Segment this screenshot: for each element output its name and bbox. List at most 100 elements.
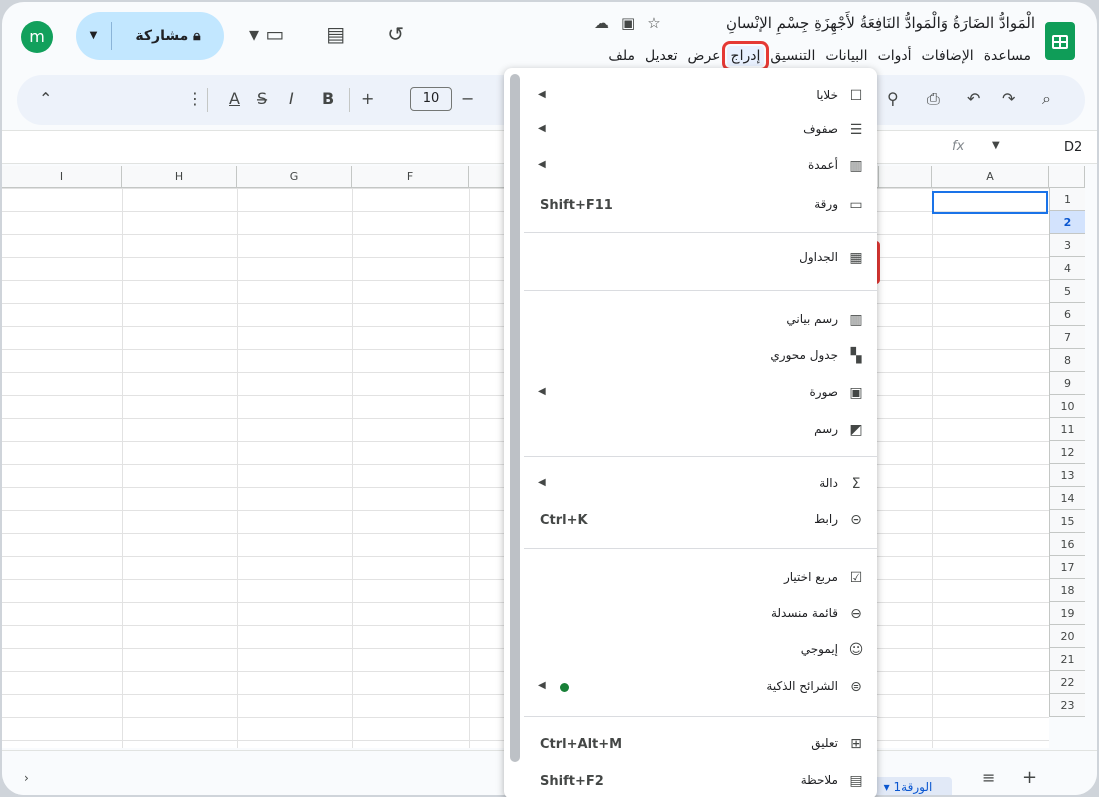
menu-insert[interactable]: إدراج	[721, 41, 770, 71]
italic-icon[interactable]: I	[289, 89, 294, 108]
menu-item-function[interactable]: Σ دالة ◀	[524, 468, 877, 502]
menu-view[interactable]: عرض	[684, 46, 725, 66]
new-feature-dot	[560, 683, 569, 692]
star-icon[interactable]: ☆	[647, 14, 660, 32]
row-header[interactable]: 12	[1049, 441, 1085, 464]
menu-item-rows[interactable]: ☰ صفوف ◀	[524, 114, 877, 148]
row-header[interactable]: 5	[1049, 280, 1085, 303]
column-header-a[interactable]: A	[932, 166, 1049, 188]
name-box-dropdown-icon[interactable]: ▼	[992, 140, 1000, 151]
share-button[interactable]: ▼ 🔒︎ مشاركة	[76, 12, 224, 60]
row-header[interactable]: 19	[1049, 602, 1085, 625]
menu-extensions[interactable]: الإضافات	[918, 46, 978, 66]
sheet-tab[interactable]: الورقة1 ▾	[864, 777, 952, 795]
row-header[interactable]: 20	[1049, 625, 1085, 648]
more-options-icon[interactable]: ⋮	[187, 89, 203, 108]
name-box[interactable]: D2	[1064, 140, 1082, 155]
row-header[interactable]: 9	[1049, 372, 1085, 395]
menu-item-image[interactable]: ▣ صورة ◀	[524, 377, 877, 411]
image-icon: ▣	[849, 385, 863, 401]
menu-item-tables[interactable]: ▦ الجداول	[524, 242, 877, 276]
row-header[interactable]: 21	[1049, 648, 1085, 671]
select-all-corner[interactable]	[1049, 166, 1085, 188]
all-sheets-icon[interactable]: ≡	[982, 768, 995, 787]
row-header[interactable]: 22	[1049, 671, 1085, 694]
note-icon: ▤	[849, 773, 863, 789]
row-header[interactable]: 7	[1049, 326, 1085, 349]
menu-item-sheet[interactable]: ▭ ورقة Shift+F11	[524, 189, 877, 223]
print-icon[interactable]: ⎙	[927, 89, 940, 109]
column-header[interactable]: F	[352, 166, 469, 188]
history-icon[interactable]: ↺	[387, 22, 404, 46]
column-header[interactable]: G	[237, 166, 352, 188]
row-header[interactable]: 16	[1049, 533, 1085, 556]
menu-item-comment[interactable]: ⊞ تعليق Ctrl+Alt+M	[524, 728, 877, 762]
row-header[interactable]: 23	[1049, 694, 1085, 717]
row-header[interactable]: 17	[1049, 556, 1085, 579]
document-title[interactable]: الْمَوادُّ الضَارَةُ وَالْمَوادُّ النَاف…	[726, 14, 1035, 32]
explore-chevron-icon[interactable]: ›	[24, 771, 29, 785]
row-header[interactable]: 1	[1049, 188, 1085, 211]
font-size-input[interactable]: 10	[410, 87, 452, 111]
menu-item-smart-chips[interactable]: ⊜ الشرائح الذكية ◀	[524, 671, 877, 705]
video-call-icon[interactable]: ▾ ▭	[249, 22, 284, 46]
bold-icon[interactable]: B	[322, 89, 334, 108]
row-header[interactable]: 4	[1049, 257, 1085, 280]
row-header[interactable]: 13	[1049, 464, 1085, 487]
submenu-arrow-icon: ◀	[538, 477, 546, 488]
title-icons: ☁ ▣ ☆	[594, 14, 661, 32]
table-icon: ▦	[849, 250, 863, 266]
row-header[interactable]: 8	[1049, 349, 1085, 372]
menu-item-chart[interactable]: ▥ رسم بياني	[524, 304, 877, 338]
row-header[interactable]: 18	[1049, 579, 1085, 602]
menu-item-cells[interactable]: ☐ خلايا ◀	[524, 80, 877, 114]
undo-icon[interactable]: ↶	[967, 89, 980, 108]
menu-data[interactable]: البيانات	[821, 46, 871, 66]
menu-item-emoji[interactable]: ☺ إيموجي	[524, 634, 877, 668]
menu-edit[interactable]: تعديل	[641, 46, 682, 66]
row-header[interactable]: 3	[1049, 234, 1085, 257]
menu-item-dropdown[interactable]: ⊖ قائمة منسدلة	[524, 598, 877, 632]
cloud-saved-icon[interactable]: ☁	[594, 14, 609, 32]
column-header[interactable]: I	[2, 166, 122, 188]
row-header[interactable]: 15	[1049, 510, 1085, 533]
cells-icon: ☐	[849, 88, 863, 104]
search-icon[interactable]: ⌕	[1042, 89, 1051, 109]
menu-item-link[interactable]: ⊝ رابط Ctrl+K	[524, 504, 877, 538]
avatar[interactable]: m	[21, 21, 53, 53]
strikethrough-icon[interactable]: S̶	[257, 89, 267, 108]
font-size-increase-icon[interactable]: +	[361, 89, 374, 108]
menu-item-note[interactable]: ▤ ملاحظة Shift+F2	[524, 765, 877, 797]
menu-item-checkbox[interactable]: ☑ مربع اختيار	[524, 562, 877, 596]
shortcut-label: Ctrl+Alt+M	[540, 737, 623, 752]
menu-item-drawing[interactable]: ◩ رسم	[524, 414, 877, 448]
menu-help[interactable]: مساعدة	[980, 46, 1035, 66]
menu-scrollbar[interactable]	[510, 74, 520, 762]
column-header[interactable]	[879, 166, 932, 188]
row-header-selected[interactable]: 2	[1049, 211, 1085, 234]
add-sheet-icon[interactable]: +	[1022, 767, 1037, 788]
text-color-icon[interactable]: A	[229, 89, 240, 108]
sheets-logo-icon[interactable]	[1045, 22, 1075, 60]
row-header[interactable]: 6	[1049, 303, 1085, 326]
menu-item-columns[interactable]: ▥ أعمدة ◀	[524, 150, 877, 184]
redo-icon[interactable]: ↷	[1002, 89, 1015, 108]
move-folder-icon[interactable]: ▣	[621, 14, 635, 32]
menu-format[interactable]: التنسيق	[766, 46, 819, 66]
collapse-toolbar-icon[interactable]: ⌃	[39, 89, 52, 108]
insert-menu: ☐ خلايا ◀ ☰ صفوف ◀ ▥ أعمدة ◀ ▭ ورقة Shif…	[504, 68, 877, 797]
menu-tools[interactable]: أدوات	[874, 46, 916, 66]
menu-item-pivot-table[interactable]: ▚ جدول محوري	[524, 340, 877, 374]
paint-format-icon[interactable]: ⚲	[887, 89, 899, 108]
row-header[interactable]: 10	[1049, 395, 1085, 418]
font-size-decrease-icon[interactable]: −	[461, 89, 474, 108]
link-icon: ⊝	[850, 512, 862, 528]
menu-file[interactable]: ملف	[604, 46, 639, 66]
share-dropdown-icon[interactable]: ▼	[76, 22, 112, 50]
row-header[interactable]: 11	[1049, 418, 1085, 441]
row-header[interactable]: 14	[1049, 487, 1085, 510]
active-cell[interactable]	[932, 191, 1048, 214]
submenu-arrow-icon: ◀	[538, 89, 546, 100]
column-header[interactable]: H	[122, 166, 237, 188]
comments-icon[interactable]: ▤	[326, 22, 345, 46]
